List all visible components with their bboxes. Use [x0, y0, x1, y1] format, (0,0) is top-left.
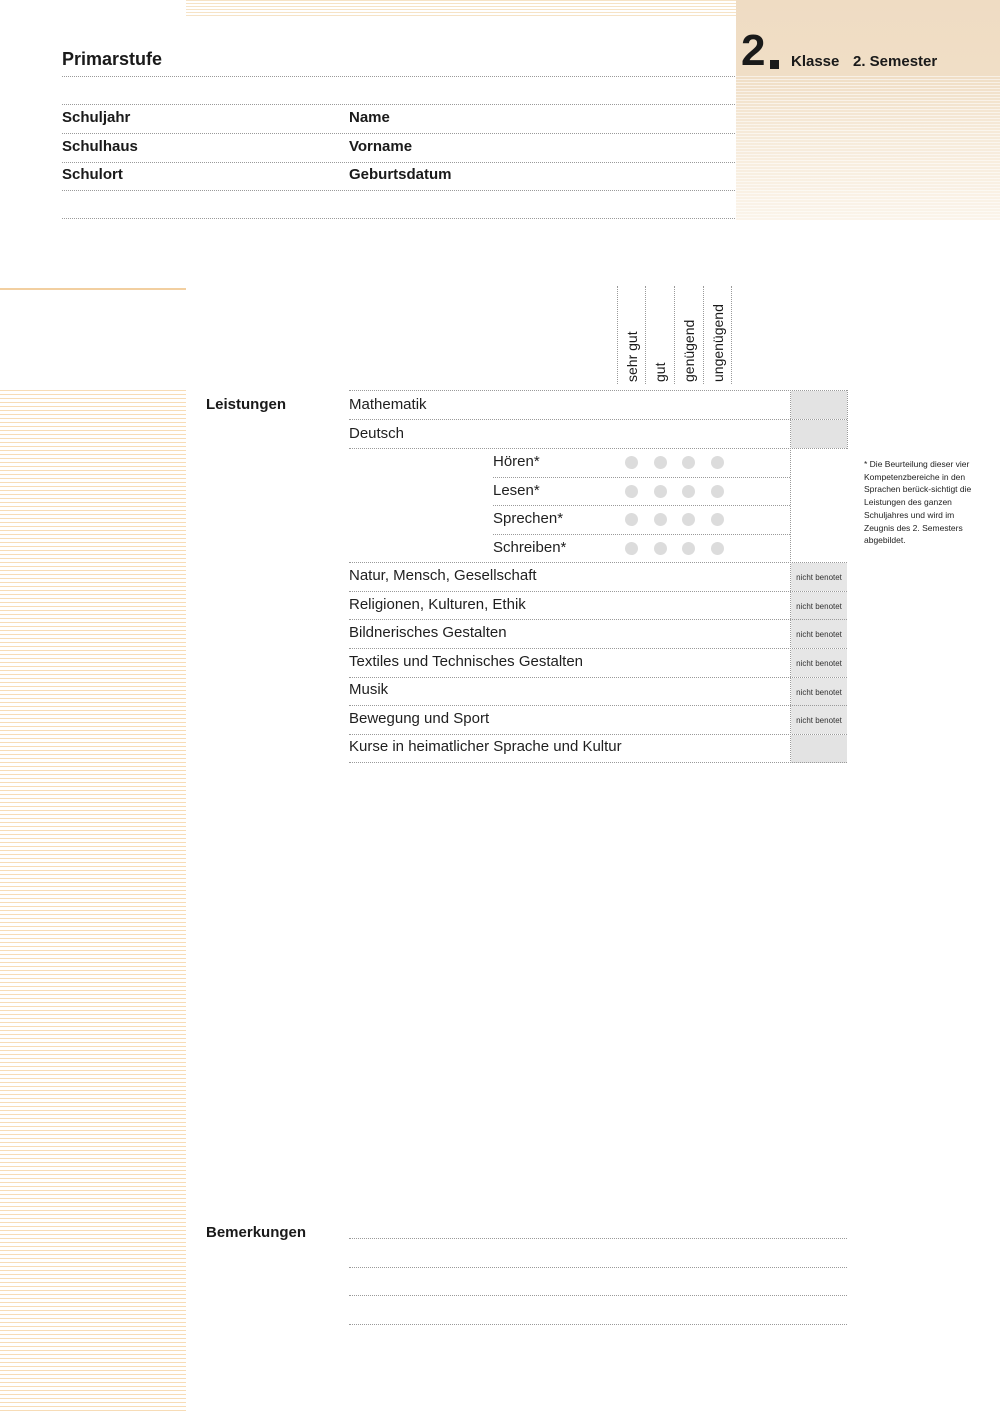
- left-stripe-band: [0, 390, 186, 1414]
- subject-art: Bildnerisches Gestalten: [349, 624, 507, 641]
- field-school-place: Schulort: [62, 166, 123, 183]
- header-rule: [62, 104, 735, 105]
- not-graded-badge: nicht benotet: [791, 649, 847, 677]
- not-graded-badge: nicht benotet: [791, 563, 847, 591]
- field-rule: [62, 218, 735, 219]
- semester-label: 2. Semester: [853, 53, 938, 70]
- subject-mathematics: Mathematik: [349, 396, 427, 413]
- grade-column-separator: [790, 390, 791, 763]
- subject-textiles: Textiles und Technisches Gestalten: [349, 653, 584, 670]
- row-rule: [349, 677, 847, 678]
- subject-sport: Bewegung und Sport: [349, 710, 490, 727]
- rating-circle[interactable]: [682, 542, 695, 555]
- field-first-name: Vorname: [349, 138, 413, 155]
- scale-head-right-rule: [731, 286, 732, 384]
- row-rule: [493, 534, 790, 535]
- not-graded-badge: nicht benotet: [791, 620, 847, 648]
- rating-circle[interactable]: [625, 513, 638, 526]
- scale-head-gut: gut: [645, 286, 672, 384]
- row-rule: [349, 448, 847, 449]
- section-performance: Leistungen: [206, 396, 287, 413]
- subject-heritage-language: Kurse in heimatlicher Sprache und Kultur: [349, 738, 622, 755]
- competence-speaking: Sprechen*: [493, 510, 564, 527]
- remarks-line[interactable]: [349, 1324, 847, 1325]
- rating-circle[interactable]: [711, 513, 724, 526]
- scale-head-ungenuegend: ungenügend: [703, 286, 730, 384]
- subject-ethics: Religionen, Kulturen, Ethik: [349, 596, 526, 613]
- remarks-line[interactable]: [349, 1238, 847, 1239]
- field-rule: [62, 190, 735, 191]
- remarks-line[interactable]: [349, 1295, 847, 1296]
- row-rule: [349, 734, 847, 735]
- rating-circle[interactable]: [711, 456, 724, 469]
- not-graded-badge: nicht benotet: [791, 678, 847, 706]
- row-rule: [349, 648, 847, 649]
- row-rule: [349, 562, 847, 563]
- grade-number-dot: [770, 60, 779, 69]
- scale-head-genuegend: genügend: [674, 286, 701, 384]
- field-school-house: Schulhaus: [62, 138, 138, 155]
- row-rule: [349, 619, 847, 620]
- not-graded-badge: nicht benotet: [791, 592, 847, 620]
- field-school-year: Schuljahr: [62, 109, 131, 126]
- left-accent-rule: [0, 288, 186, 290]
- row-rule: [349, 419, 847, 420]
- remarks-line[interactable]: [349, 1267, 847, 1268]
- top-stripe-band: [186, 0, 736, 18]
- field-name: Name: [349, 109, 390, 126]
- row-rule: [493, 477, 790, 478]
- class-label: Klasse: [791, 53, 840, 70]
- field-rule: [62, 133, 735, 134]
- rating-circle[interactable]: [654, 513, 667, 526]
- subject-music: Musik: [349, 681, 389, 698]
- row-rule: [349, 591, 847, 592]
- row-rule: [493, 505, 790, 506]
- rating-circle[interactable]: [682, 485, 695, 498]
- competence-reading: Lesen*: [493, 482, 540, 499]
- grade-box-heritage-language[interactable]: [791, 735, 847, 763]
- subject-nmg: Natur, Mensch, Gesellschaft: [349, 567, 537, 584]
- not-graded-badge: nicht benotet: [791, 706, 847, 734]
- scale-head-sehr-gut: sehr gut: [617, 286, 644, 384]
- grade-column-right-edge: [847, 390, 848, 449]
- rating-circle[interactable]: [625, 542, 638, 555]
- rating-circle[interactable]: [682, 456, 695, 469]
- competence-footnote: * Die Beurteilung dieser vier Kompetenzb…: [864, 459, 972, 546]
- grade-box-mathematics[interactable]: [791, 391, 847, 419]
- rating-circle[interactable]: [625, 485, 638, 498]
- competence-listening: Hören*: [493, 453, 540, 470]
- rating-circle[interactable]: [625, 456, 638, 469]
- field-rule: [62, 162, 735, 163]
- rating-circle[interactable]: [654, 542, 667, 555]
- section-remarks: Bemerkungen: [206, 1224, 307, 1241]
- competence-writing: Schreiben*: [493, 539, 567, 556]
- field-birth-date: Geburtsdatum: [349, 166, 452, 183]
- rating-circle[interactable]: [654, 456, 667, 469]
- rating-circle[interactable]: [711, 485, 724, 498]
- header-rule: [62, 76, 735, 77]
- rating-circle[interactable]: [682, 513, 695, 526]
- row-rule: [349, 705, 847, 706]
- grade-number: 2: [741, 26, 766, 75]
- subject-german: Deutsch: [349, 425, 405, 442]
- grade-box-german[interactable]: [791, 420, 847, 448]
- rating-circle[interactable]: [654, 485, 667, 498]
- rating-circle[interactable]: [711, 542, 724, 555]
- row-rule: [349, 390, 847, 391]
- row-rule: [349, 762, 847, 763]
- page-title: Primarstufe: [62, 49, 163, 69]
- grade-corner-stripes: [736, 76, 1000, 220]
